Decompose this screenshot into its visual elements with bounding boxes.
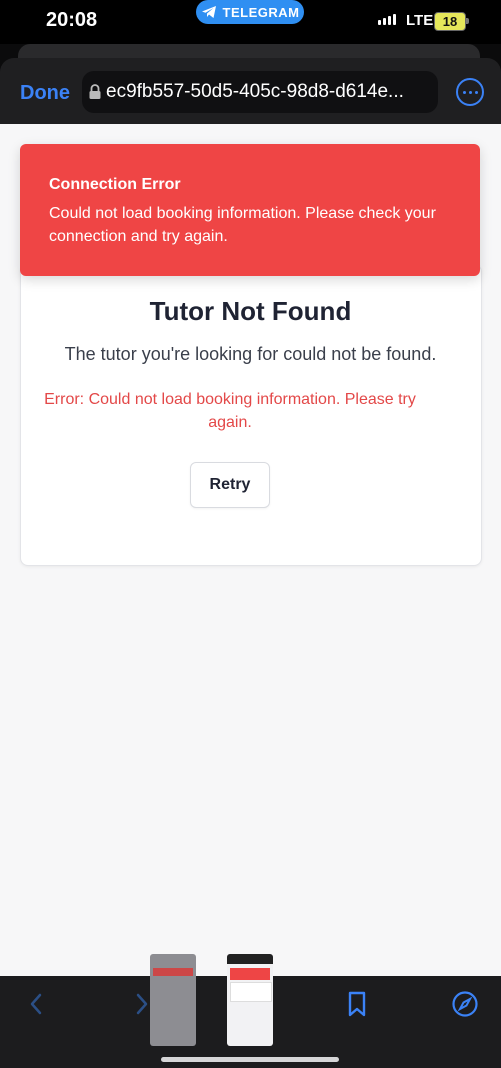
telegram-pill[interactable]: TELEGRAM	[196, 0, 304, 24]
signal-icon	[378, 14, 396, 25]
forward-icon[interactable]	[134, 992, 150, 1016]
connection-error-toast: Connection Error Could not load booking …	[20, 144, 480, 276]
tab-thumbnail-current[interactable]	[227, 954, 273, 1046]
status-bar: 20:08 TELEGRAM LTE 18	[0, 0, 501, 44]
card-message: The tutor you're looking for could not b…	[64, 344, 437, 364]
tab-thumbnail-previous[interactable]	[150, 954, 196, 1046]
status-time: 20:08	[46, 9, 98, 31]
card-title: Tutor Not Found	[149, 296, 352, 326]
url-text: ec9fb557-50d5-405c-98d8-d614e...	[106, 81, 404, 102]
telegram-icon	[201, 6, 216, 18]
address-bar[interactable]: ec9fb557-50d5-405c-98d8-d614e...	[82, 71, 438, 113]
network-label: LTE	[406, 12, 434, 29]
toast-title: Connection Error	[49, 176, 181, 193]
battery-icon: 18	[434, 12, 466, 31]
compass-icon[interactable]	[451, 990, 479, 1018]
battery-level: 18	[442, 14, 458, 29]
done-button[interactable]: Done	[20, 82, 70, 105]
retry-button[interactable]: Retry	[190, 462, 270, 508]
toast-message: Could not load booking information. Plea…	[49, 205, 436, 245]
bookmarks-icon[interactable]	[345, 990, 369, 1018]
web-page: Tutor Not Found The tutor you're looking…	[0, 124, 501, 976]
more-options-icon[interactable]	[456, 78, 484, 106]
battery-tip	[466, 18, 469, 24]
card-error-text: Error: Could not load booking informatio…	[44, 391, 416, 431]
browser-header: Done ec9fb557-50d5-405c-98d8-d614e...	[0, 58, 501, 124]
home-indicator[interactable]	[161, 1057, 339, 1062]
telegram-pill-label: TELEGRAM	[222, 4, 300, 20]
back-icon[interactable]	[28, 992, 44, 1016]
lock-icon	[89, 84, 101, 99]
